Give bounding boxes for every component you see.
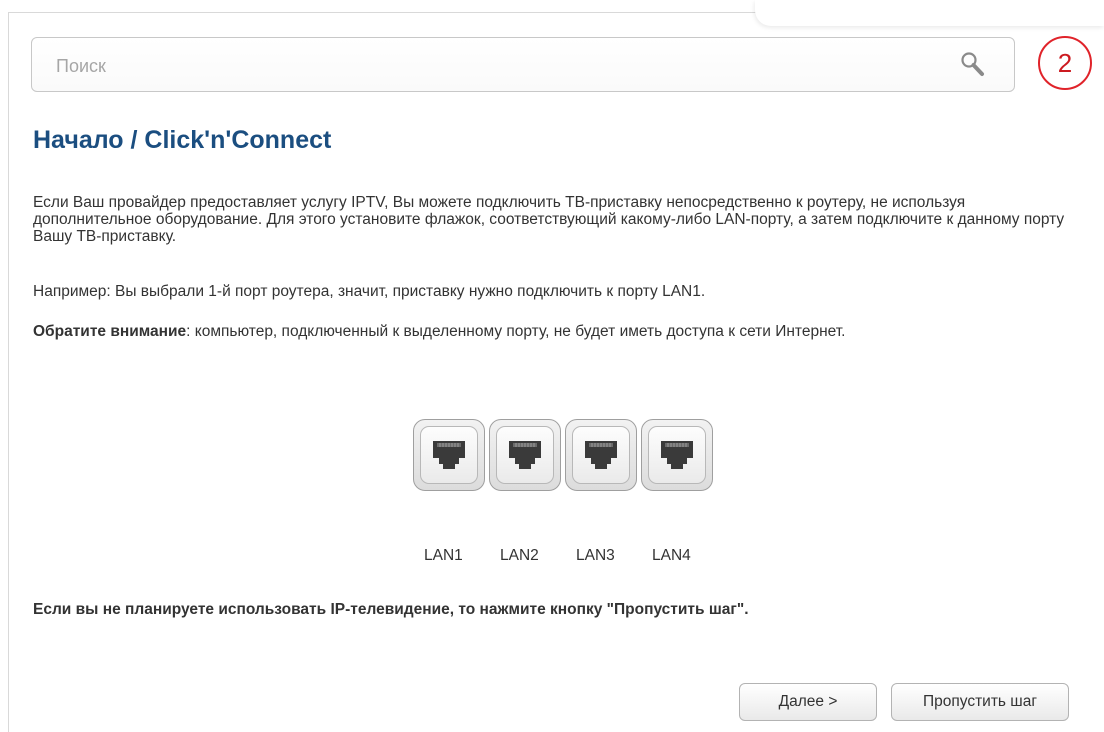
skip-step-button[interactable]: Пропустить шаг (891, 683, 1069, 721)
attention-paragraph: Обратите внимание: компьютер, подключенн… (33, 323, 1083, 340)
next-button[interactable]: Далее > (739, 683, 877, 721)
lan-port-frame (648, 426, 706, 484)
lan-ports (413, 419, 713, 491)
lan-port-frame (496, 426, 554, 484)
ethernet-jack-icon (433, 441, 465, 469)
step-badge: 2 (1038, 36, 1092, 90)
ethernet-jack-icon (585, 441, 617, 469)
lan-port-label: LAN3 (576, 547, 615, 564)
search-icon[interactable] (958, 50, 988, 80)
lan-port-frame (572, 426, 630, 484)
skip-note: Если вы не планируете использовать IP-те… (33, 601, 749, 618)
content-panel (8, 12, 1104, 732)
ethernet-jack-icon (661, 441, 693, 469)
lan-port-label: LAN4 (652, 547, 691, 564)
lan-port-frame (420, 426, 478, 484)
example-paragraph: Например: Вы выбрали 1-й порт роутера, з… (33, 283, 706, 300)
lan-port-label: LAN1 (424, 547, 463, 564)
lan-port-3[interactable] (565, 419, 637, 491)
search-input[interactable] (54, 52, 958, 80)
lan-port-2[interactable] (489, 419, 561, 491)
attention-text: : компьютер, подключенный к выделенному … (186, 323, 846, 340)
ethernet-jack-icon (509, 441, 541, 469)
lan-port-label: LAN2 (500, 547, 539, 564)
lan-port-4[interactable] (641, 419, 713, 491)
description-paragraph: Если Ваш провайдер предоставляет услугу … (33, 194, 1065, 245)
page-title: Начало / Click'n'Connect (33, 126, 332, 154)
search-box[interactable] (31, 37, 1015, 92)
top-notch (755, 0, 1104, 26)
lan-port-labels: LAN1 LAN2 LAN3 LAN4 (424, 547, 728, 565)
attention-label: Обратите внимание (33, 323, 187, 340)
lan-port-1[interactable] (413, 419, 485, 491)
